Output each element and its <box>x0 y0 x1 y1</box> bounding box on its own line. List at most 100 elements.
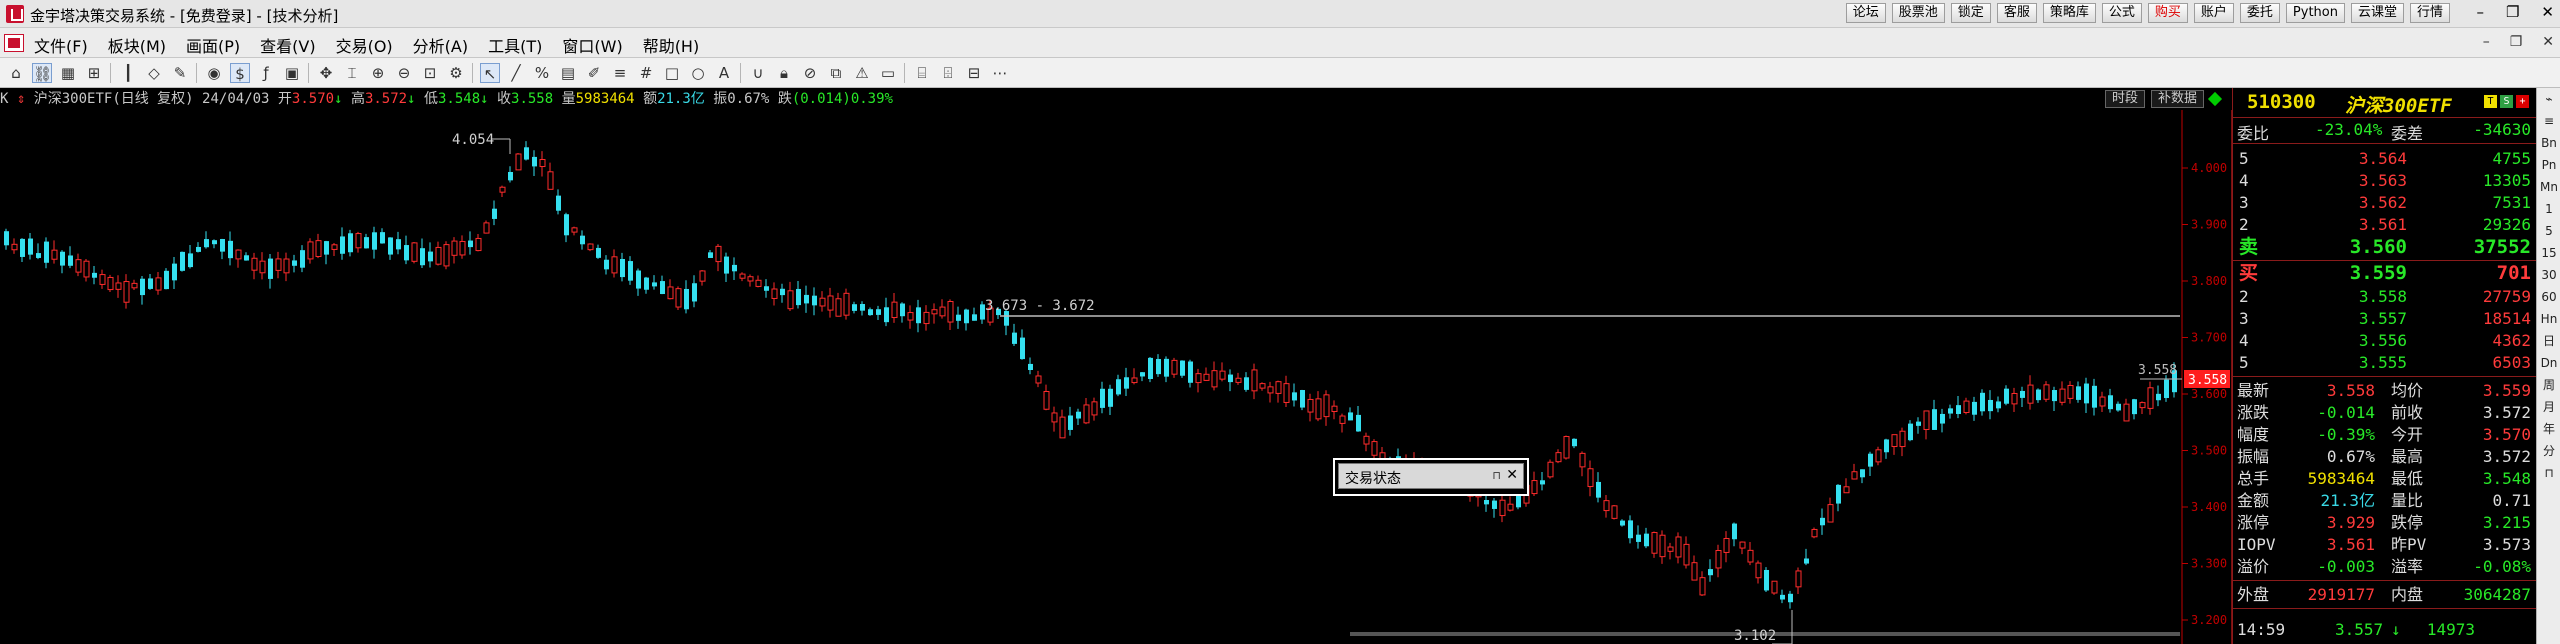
cloud-class-button[interactable]: 云课堂 <box>2350 3 2404 23</box>
sidebar-period-button[interactable]: Dn <box>2537 352 2560 374</box>
percent-icon[interactable]: % <box>532 63 552 83</box>
box-select-icon[interactable]: ⊡ <box>420 63 440 83</box>
menu-analysis[interactable]: 分析(A) <box>413 33 468 57</box>
sidebar-period-button[interactable]: 分 <box>2537 440 2560 462</box>
sidebar-period-button[interactable]: 30 <box>2537 264 2560 286</box>
ask-row[interactable]: 4 3.563 13305 <box>2233 170 2537 192</box>
menu-screen[interactable]: 画面(P) <box>186 33 240 57</box>
sidebar-period-button[interactable]: 周 <box>2537 374 2560 396</box>
menu-app-icon[interactable] <box>4 34 24 52</box>
menu-help[interactable]: 帮助(H) <box>643 33 700 57</box>
frame-icon[interactable]: ⌸ <box>912 63 932 83</box>
zoom-in-icon[interactable]: ⊕ <box>368 63 388 83</box>
menu-sector[interactable]: 板块(M) <box>108 33 166 57</box>
ask-row[interactable]: 3 3.562 7531 <box>2233 192 2537 214</box>
table-icon[interactable]: ▤ <box>558 63 578 83</box>
service-button[interactable]: 客服 <box>1996 3 2037 23</box>
trade-status-window[interactable]: 交易状态 ⊓ ✕ <box>1333 458 1529 496</box>
copy-icon[interactable]: ⧉ <box>826 63 846 83</box>
pen-icon[interactable]: ✎ <box>170 63 190 83</box>
lock-icon[interactable]: 🔒︎ <box>774 63 794 83</box>
settings-icon[interactable]: ⚙ <box>446 63 466 83</box>
sidebar-period-button[interactable]: Hn <box>2537 308 2560 330</box>
sidebar-period-button[interactable]: 年 <box>2537 418 2560 440</box>
sidebar-period-button[interactable]: ≡ <box>2537 110 2560 132</box>
diamond-icon[interactable]: ◇ <box>144 63 164 83</box>
cross-icon[interactable]: ⌶ <box>342 63 362 83</box>
pointer-link-icon[interactable]: ⛓ <box>32 63 52 83</box>
cursor-icon[interactable]: ↖ <box>480 63 500 83</box>
swap-icon[interactable]: ⇕ <box>17 91 25 107</box>
buy-button[interactable]: 购买 <box>2147 3 2188 23</box>
layout-icon[interactable]: ⊟ <box>964 63 984 83</box>
menu-view[interactable]: 查看(V) <box>260 33 315 57</box>
move-icon[interactable]: ✥ <box>316 63 336 83</box>
mdi-minimize-icon[interactable]: – <box>2483 34 2490 50</box>
grid-icon[interactable]: ▦ <box>58 63 78 83</box>
tag-s-icon[interactable]: S <box>2500 95 2513 108</box>
bid-row[interactable]: 5 3.555 6503 <box>2233 352 2537 374</box>
draw-icon[interactable]: ✐ <box>584 63 604 83</box>
delete-icon[interactable]: ⊘ <box>800 63 820 83</box>
rect-icon[interactable]: □ <box>662 63 682 83</box>
fill-data-button[interactable]: 补数据 <box>2150 90 2204 108</box>
ask-row[interactable]: 2 3.561 29326 <box>2233 214 2537 236</box>
apps-icon[interactable]: ⊞ <box>84 63 104 83</box>
grid-lines-icon[interactable]: # <box>636 63 656 83</box>
maximize-icon[interactable]: ❐ <box>2506 3 2519 21</box>
bid-row[interactable]: 3 3.557 18514 <box>2233 308 2537 330</box>
account-button[interactable]: 账户 <box>2193 3 2234 23</box>
ask-row-best[interactable]: 卖 3.560 37552 <box>2233 236 2537 258</box>
sidebar-period-button[interactable]: Pn <box>2537 154 2560 176</box>
formula-button[interactable]: 公式 <box>2101 3 2142 23</box>
period-button[interactable]: 时段 <box>2104 90 2145 108</box>
bid-row[interactable]: 4 3.556 4362 <box>2233 330 2537 352</box>
home-icon[interactable]: ⌂ <box>6 63 26 83</box>
sidebar-period-button[interactable]: Mn <box>2537 176 2560 198</box>
sidebar-period-button[interactable]: Bn <box>2537 132 2560 154</box>
line-icon[interactable]: ╱ <box>506 63 526 83</box>
magnet-icon[interactable]: ∪ <box>748 63 768 83</box>
more-icon[interactable]: ⋯ <box>990 63 1010 83</box>
kline-svg[interactable]: 4.000 3.900 3.800 3.700 3.600 3.500 3.400 3.300… <box>0 110 2232 644</box>
quotes-button[interactable]: 行情 <box>2409 3 2450 23</box>
bid-row[interactable]: 2 3.558 27759 <box>2233 286 2537 308</box>
ellipse-icon[interactable]: ○ <box>688 63 708 83</box>
sidebar-period-button[interactable]: 60 <box>2537 286 2560 308</box>
circle-icon[interactable]: ◉ <box>204 63 224 83</box>
trade-status-titlebar[interactable]: 交易状态 ⊓ ✕ <box>1338 463 1524 489</box>
mdi-close-icon[interactable]: ✕ <box>2542 34 2554 50</box>
ask-row[interactable]: 5 3.564 4755 <box>2233 148 2537 170</box>
menu-file[interactable]: 文件(F) <box>34 33 88 57</box>
close-icon[interactable]: ✕ <box>1506 467 1518 483</box>
text-icon[interactable]: A <box>714 63 734 83</box>
forum-button[interactable]: 论坛 <box>1845 3 1886 23</box>
dollar-icon[interactable]: $ <box>230 63 250 83</box>
sidebar-period-button[interactable]: ⊓ <box>2537 462 2560 484</box>
order-button[interactable]: 委托 <box>2239 3 2280 23</box>
sidebar-period-button[interactable]: 1 <box>2537 198 2560 220</box>
stock-pool-button[interactable]: 股票池 <box>1891 3 1945 23</box>
parallel-icon[interactable]: ≡ <box>610 63 630 83</box>
formula-icon[interactable]: ƒ <box>256 63 276 83</box>
sidebar-period-button[interactable]: ⌁ <box>2537 88 2560 110</box>
box-icon[interactable]: ▣ <box>282 63 302 83</box>
minimize-icon[interactable]: – <box>2476 3 2484 21</box>
tag-t-icon[interactable]: T <box>2484 95 2497 108</box>
sidebar-period-button[interactable]: 15 <box>2537 242 2560 264</box>
sidebar-period-button[interactable]: 日 <box>2537 330 2560 352</box>
mdi-restore-icon[interactable]: ❐ <box>2510 34 2523 50</box>
save-icon[interactable]: ▭ <box>878 63 898 83</box>
menu-window[interactable]: 窗口(W) <box>562 33 622 57</box>
menu-trade[interactable]: 交易(O) <box>336 33 393 57</box>
bid-row-best[interactable]: 买 3.559 701 <box>2233 262 2537 284</box>
zoom-out-icon[interactable]: ⊖ <box>394 63 414 83</box>
alert-icon[interactable]: ⚠ <box>852 63 872 83</box>
close-icon[interactable]: ✕ <box>2541 3 2554 21</box>
python-button[interactable]: Python <box>2285 3 2345 23</box>
sidebar-period-button[interactable]: 5 <box>2537 220 2560 242</box>
split-icon[interactable]: ⌹ <box>938 63 958 83</box>
tag-plus-icon[interactable]: + <box>2516 95 2529 108</box>
strategy-button[interactable]: 策略库 <box>2042 3 2096 23</box>
sidebar-period-button[interactable]: 月 <box>2537 396 2560 418</box>
